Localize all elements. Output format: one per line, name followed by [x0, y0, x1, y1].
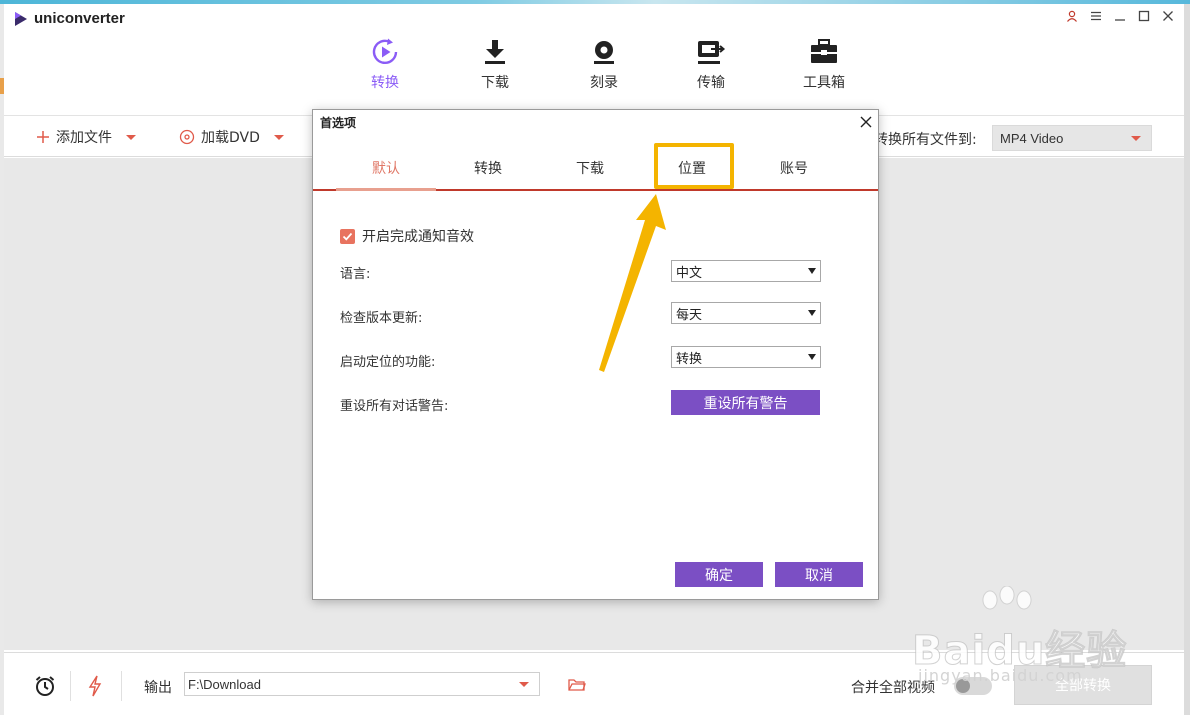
chevron-down-icon: [808, 268, 816, 274]
plus-icon: [37, 131, 49, 143]
main-nav: 转换 下载 刻录 传输 工具箱: [4, 36, 1184, 96]
minimize-icon[interactable]: [1112, 8, 1128, 24]
startup-function-select[interactable]: 转换: [671, 346, 821, 368]
notify-sound-label: 开启完成通知音效: [362, 229, 474, 245]
preferences-dialog: 首选项 默认 转换 下载 位置 账号 开启完成通知音效 语言: 中文 检查版本更…: [312, 109, 879, 600]
chevron-down-icon[interactable]: [273, 134, 284, 140]
menu-icon[interactable]: [1088, 8, 1104, 24]
user-icon[interactable]: [1064, 8, 1080, 24]
notify-sound-checkbox[interactable]: 开启完成通知音效: [340, 226, 474, 246]
app-header: uniconverter 转换 下载 刻录 传输 工具箱: [4, 4, 1184, 116]
output-label: 输出: [144, 680, 172, 696]
dvd-icon: [179, 129, 195, 145]
load-dvd-label: 加载DVD: [201, 130, 260, 146]
transfer-icon: [698, 41, 726, 64]
chevron-down-icon: [1131, 136, 1141, 141]
load-dvd-button[interactable]: 加载DVD: [179, 127, 284, 147]
nav-label: 工具箱: [803, 75, 845, 91]
tab-convert[interactable]: 转换: [438, 146, 538, 189]
dialog-close-icon[interactable]: [858, 114, 874, 130]
language-select[interactable]: 中文: [671, 260, 821, 282]
window-right-edge: [1184, 4, 1190, 715]
footer-bar: 输出 F:\Download 合并全部视频 全部转换: [4, 652, 1184, 715]
check-update-label: 检查版本更新:: [340, 311, 423, 326]
convert-all-to-label: 转换所有文件到:: [874, 132, 977, 148]
chevron-down-icon[interactable]: [519, 682, 529, 687]
disc-icon: [594, 41, 614, 64]
nav-toolbox[interactable]: 工具箱: [784, 36, 864, 92]
chevron-down-icon: [808, 310, 816, 316]
close-icon[interactable]: [1160, 8, 1176, 24]
check-update-select[interactable]: 每天: [671, 302, 821, 324]
startup-function-label: 启动定位的功能:: [340, 355, 436, 370]
nav-download[interactable]: 下载: [455, 36, 535, 92]
ok-button[interactable]: 确定: [675, 562, 763, 587]
divider: [121, 671, 122, 701]
add-files-button[interactable]: 添加文件: [36, 127, 136, 147]
checkbox-checked-icon[interactable]: [340, 228, 355, 244]
dialog-tabs: 默认 转换 下载 位置 账号: [313, 146, 878, 191]
nav-label: 转换: [371, 75, 399, 91]
nav-burn[interactable]: 刻录: [564, 36, 644, 92]
lightning-icon: [88, 675, 102, 697]
nav-transfer[interactable]: 传输: [671, 36, 751, 92]
tab-download[interactable]: 下载: [540, 146, 640, 189]
open-folder-button[interactable]: [568, 678, 586, 696]
divider: [70, 671, 71, 701]
reset-warnings-button[interactable]: 重设所有警告: [671, 390, 820, 415]
chevron-down-icon[interactable]: [126, 134, 136, 140]
high-speed-button[interactable]: [88, 675, 102, 701]
tab-account[interactable]: 账号: [744, 146, 844, 189]
app-logo: uniconverter: [14, 10, 125, 27]
check-update-value: 每天: [676, 307, 703, 323]
nav-label: 下载: [481, 75, 509, 91]
cancel-button[interactable]: 取消: [775, 562, 863, 587]
maximize-icon[interactable]: [1136, 8, 1152, 24]
tab-default[interactable]: 默认: [336, 146, 436, 191]
nav-label: 刻录: [590, 75, 618, 91]
chevron-down-icon: [808, 354, 816, 360]
tab-location[interactable]: 位置: [642, 146, 742, 189]
convert-all-button[interactable]: 全部转换: [1014, 665, 1152, 705]
logo-icon: [15, 11, 27, 26]
download-icon: [485, 40, 505, 64]
folder-icon: [568, 679, 586, 691]
language-label: 语言:: [340, 267, 371, 282]
app-title: uniconverter: [34, 10, 125, 27]
output-path-field[interactable]: F:\Download: [184, 672, 540, 696]
nav-convert[interactable]: 转换: [345, 36, 425, 92]
output-path-value: F:\Download: [188, 676, 261, 692]
schedule-button[interactable]: [34, 675, 56, 701]
startup-function-value: 转换: [676, 351, 703, 367]
dialog-title: 首选项: [320, 116, 357, 130]
format-value: MP4 Video: [1000, 130, 1064, 146]
alarm-clock-icon: [35, 676, 55, 696]
output-format-select[interactable]: MP4 Video: [992, 125, 1152, 151]
toolbox-icon: [811, 39, 837, 63]
window-controls: [1064, 8, 1176, 24]
language-value: 中文: [676, 265, 703, 281]
add-files-label: 添加文件: [56, 130, 112, 146]
reset-warnings-label: 重设所有对话警告:: [340, 399, 449, 414]
nav-label: 传输: [697, 75, 725, 91]
merge-all-label: 合并全部视频: [851, 680, 935, 696]
play-circle-icon: [372, 38, 398, 64]
merge-toggle[interactable]: [954, 677, 992, 695]
